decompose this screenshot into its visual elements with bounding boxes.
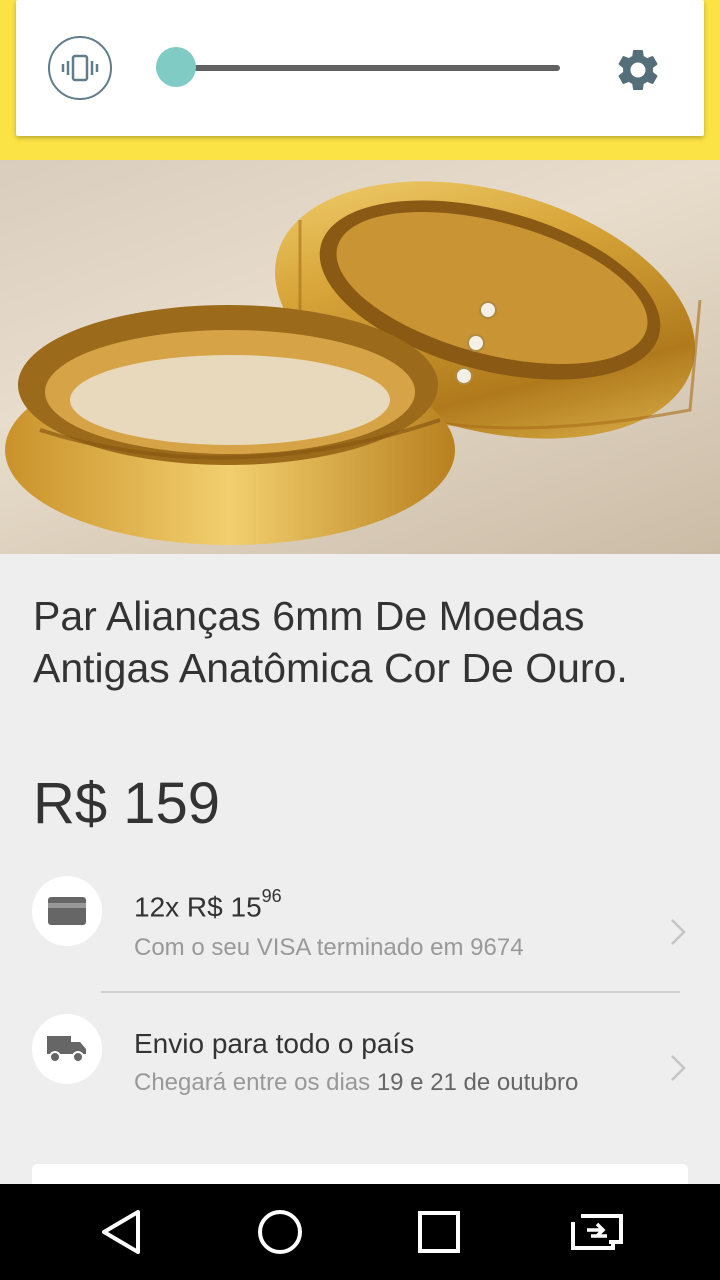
back-icon [102,1210,140,1254]
vibrate-toggle-button[interactable] [48,36,112,100]
product-price: R$ 159 [33,771,221,836]
navigation-bar [0,1184,720,1280]
volume-slider-thumb[interactable] [156,47,197,87]
back-button[interactable] [92,1202,152,1262]
payment-row[interactable]: 12x R$ 1596 Com o seu VISA terminado em … [0,876,720,986]
chevron-right-icon [671,1055,686,1081]
recents-icon [418,1211,460,1253]
shipping-note-prefix: Chegará entre os dias [134,1069,377,1096]
product-title: Par Alianças 6mm De Moedas Antigas Anatô… [33,593,628,691]
gear-icon [618,49,658,90]
chevron-right-icon [671,919,686,945]
product-image[interactable] [0,160,720,554]
product-details: Par Alianças 6mm De Moedas Antigas Anatô… [0,554,720,1194]
card-note: Com o seu VISA terminado em 9674 [134,934,524,961]
shipping-icon-circle [32,1014,102,1084]
shipping-title: Envio para todo o país [134,1028,415,1059]
volume-panel [16,0,704,136]
gold-rings-image [5,181,702,545]
switch-apps-button[interactable] [567,1202,627,1262]
vibrate-icon [61,54,99,82]
shipping-row[interactable]: Envio para todo o país Chegará entre os … [0,1014,720,1124]
switch-apps-icon [571,1214,623,1250]
installments-amount: 12x R$ 15 [134,891,262,923]
home-button[interactable] [250,1202,310,1262]
divider [101,991,680,993]
credit-card-icon [48,897,86,925]
installments-text: 12x R$ 1596 [134,886,282,923]
shipping-note: Chegará entre os dias 19 e 21 de outubro [134,1069,578,1097]
recents-button[interactable] [409,1202,469,1262]
volume-settings-button[interactable] [612,44,664,96]
payment-icon-circle [32,876,102,946]
shipping-dates: 19 e 21 de outubro [376,1069,579,1096]
home-icon [258,1210,302,1254]
installments-cents: 96 [261,886,282,906]
truck-icon [47,1036,86,1063]
volume-slider-track[interactable] [156,65,560,71]
